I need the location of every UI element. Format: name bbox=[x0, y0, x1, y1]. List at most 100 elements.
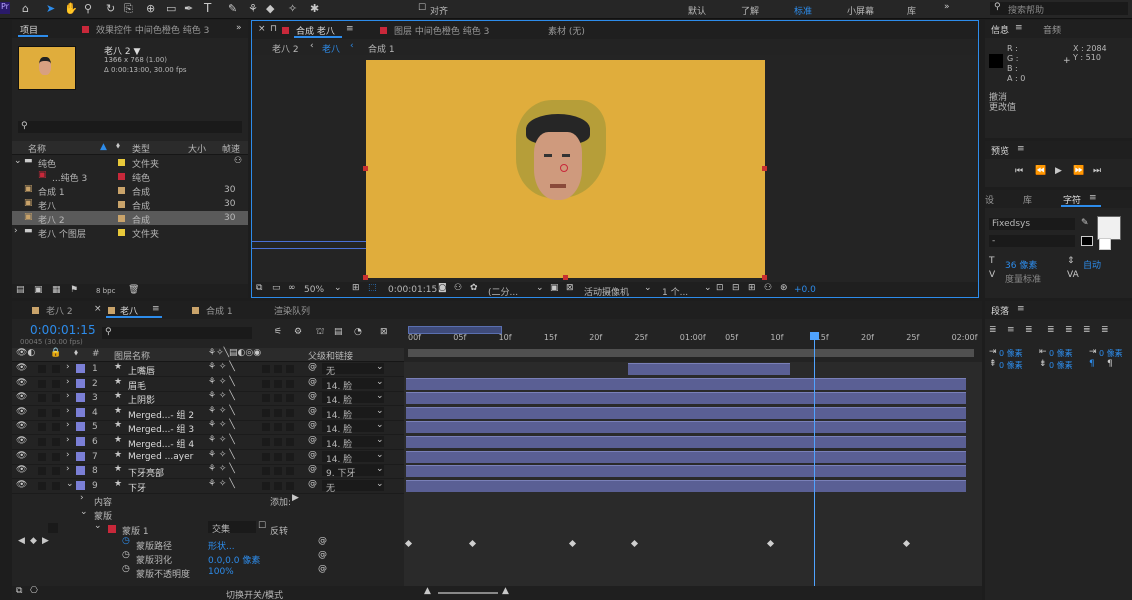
switch-box[interactable] bbox=[286, 481, 294, 490]
layer-name[interactable]: 眉毛 bbox=[128, 379, 146, 392]
layer-switches-icon[interactable]: ⎔ bbox=[30, 586, 38, 596]
graph-editor-icon[interactable]: ⊠ bbox=[380, 327, 388, 337]
expand-icon[interactable]: › bbox=[66, 406, 70, 416]
close-icon[interactable]: × bbox=[258, 24, 266, 34]
composition-frame[interactable] bbox=[363, 60, 767, 280]
switch-box[interactable] bbox=[262, 423, 270, 432]
reset-exposure-icon[interactable]: ⊛ bbox=[780, 283, 788, 293]
camera-tool-icon[interactable]: ⎘ bbox=[124, 2, 133, 16]
switch-box[interactable] bbox=[286, 394, 294, 403]
handle-bottom-left[interactable] bbox=[363, 275, 368, 280]
workspace-learn[interactable]: 了解 bbox=[741, 4, 759, 17]
switch-box[interactable] bbox=[274, 452, 282, 461]
next-keyframe-icon[interactable]: ▶ bbox=[42, 536, 49, 546]
lock-box[interactable] bbox=[52, 481, 60, 490]
shy-layers-icon[interactable]: ⛫ bbox=[316, 327, 324, 338]
layer-label-color[interactable] bbox=[76, 364, 85, 373]
indent-left-value[interactable]: 0 像素 bbox=[999, 348, 1023, 359]
switch-box[interactable] bbox=[286, 365, 294, 373]
justify-all-icon[interactable]: ≣ bbox=[1101, 325, 1109, 335]
menu-icon[interactable]: ≡ bbox=[152, 304, 160, 314]
tracking-value[interactable]: 度量标准 bbox=[1005, 272, 1041, 285]
leading-value[interactable]: 自动 bbox=[1083, 258, 1101, 271]
pick-whip-icon[interactable]: @ bbox=[308, 362, 317, 372]
text-direction-ltr-icon[interactable]: ¶ bbox=[1089, 359, 1095, 369]
roto-tool-icon[interactable]: ✧ bbox=[288, 2, 297, 15]
close-icon[interactable]: × bbox=[94, 304, 102, 314]
menu-icon[interactable]: ≡ bbox=[1017, 144, 1025, 154]
project-list-item[interactable]: ▣ 合成 1 合成 30 bbox=[12, 183, 248, 198]
layer-name[interactable]: Merged...- 组 2 bbox=[128, 408, 194, 421]
font-size-value[interactable]: 36 像素 bbox=[1005, 258, 1037, 271]
zoom-slider[interactable] bbox=[438, 592, 498, 594]
switch-box[interactable] bbox=[274, 379, 282, 388]
text-direction-rtl-icon[interactable]: ¶ bbox=[1107, 359, 1113, 369]
new-folder-icon[interactable]: ▣ bbox=[34, 285, 43, 295]
layer-duration-bar[interactable] bbox=[406, 479, 966, 492]
toggle-switches-modes[interactable]: 切换开关/模式 bbox=[226, 588, 283, 600]
layer-duration-bar[interactable] bbox=[406, 377, 966, 390]
switch-box[interactable] bbox=[286, 467, 294, 476]
eraser-tool-icon[interactable]: ◆ bbox=[266, 2, 274, 15]
col-layer-name[interactable]: 图层名称 bbox=[114, 349, 150, 362]
solo-box[interactable] bbox=[38, 408, 46, 417]
workspace-small-screen[interactable]: 小屏幕 bbox=[847, 4, 874, 17]
mask-opacity-value[interactable]: 100% bbox=[208, 567, 234, 577]
solo-box[interactable] bbox=[38, 452, 46, 461]
justify-left-icon[interactable]: ≣ bbox=[1047, 325, 1055, 335]
pick-whip-icon[interactable]: @ bbox=[308, 450, 317, 460]
handle-right[interactable] bbox=[762, 166, 767, 171]
eye-icon[interactable]: 👁 bbox=[16, 363, 27, 373]
color-channel-icon[interactable]: ✿ bbox=[470, 283, 478, 293]
flowchart-icon[interactable]: ⚇ bbox=[764, 283, 772, 293]
col-size[interactable]: 大小 bbox=[188, 142, 206, 155]
panel-overflow-icon[interactable]: » bbox=[236, 23, 242, 33]
align-checkbox-icon[interactable]: ☐ bbox=[418, 3, 426, 13]
switch-box[interactable] bbox=[262, 379, 270, 388]
tab-paragraph[interactable]: 段落 bbox=[991, 304, 1009, 317]
col-type[interactable]: 类型 bbox=[132, 142, 150, 155]
switch-box[interactable] bbox=[286, 423, 294, 432]
keyframe[interactable] bbox=[902, 539, 911, 548]
toggle-pixel-icon[interactable]: ⊡ bbox=[716, 283, 724, 293]
layer-switches-icon[interactable]: ⚘ ✧ ╲ bbox=[208, 377, 235, 387]
interpret-footage-icon[interactable]: ▤ bbox=[16, 285, 25, 295]
zoom-in-icon[interactable]: ▲ bbox=[502, 586, 509, 596]
region-of-interest-icon[interactable]: ▣ bbox=[550, 283, 559, 293]
switch-box[interactable] bbox=[262, 438, 270, 446]
first-frame-icon[interactable]: ⏮ bbox=[1015, 166, 1023, 176]
timeline-search-input[interactable]: ⚲ bbox=[102, 327, 252, 339]
handle-bottom[interactable] bbox=[563, 275, 568, 280]
comp-flowchart-icon[interactable]: ⚟ bbox=[274, 327, 282, 337]
eye-icon[interactable]: 👁 bbox=[16, 451, 27, 461]
camera-select[interactable]: 活动摄像机 bbox=[584, 285, 629, 297]
expand-icon[interactable]: ⌄ bbox=[14, 156, 22, 166]
expand-icon[interactable]: › bbox=[66, 362, 70, 372]
fill-color-swatch[interactable] bbox=[1097, 216, 1121, 240]
solo-box[interactable] bbox=[38, 394, 46, 403]
breadcrumb-item-1[interactable]: 老八 bbox=[322, 42, 340, 55]
next-frame-icon[interactable]: ⏩ bbox=[1073, 166, 1084, 176]
lock-box[interactable] bbox=[52, 423, 60, 432]
space-before-value[interactable]: 0 像素 bbox=[999, 360, 1023, 371]
layer-row[interactable]: 👁 › 4 ★ Merged...- 组 2 ⚘ ✧ ╲ @14. 脸 ⌄ bbox=[12, 406, 404, 421]
lock-box[interactable] bbox=[52, 379, 60, 388]
expand-icon[interactable]: › bbox=[14, 226, 18, 236]
bpc-label[interactable]: 8 bpc bbox=[96, 287, 115, 295]
last-frame-icon[interactable]: ⏭ bbox=[1093, 166, 1101, 176]
stopwatch-icon[interactable]: ◷ bbox=[122, 550, 130, 560]
pick-whip-icon[interactable]: @ bbox=[308, 377, 317, 387]
expand-icon[interactable]: › bbox=[66, 435, 70, 445]
handle-bottom-right[interactable] bbox=[762, 275, 767, 280]
layer-name[interactable]: Merged...- 组 3 bbox=[128, 422, 194, 435]
tab-layer[interactable]: 图层 中间色橙色 纯色 3 bbox=[394, 24, 489, 37]
solo-box[interactable] bbox=[38, 481, 46, 490]
project-list-item[interactable]: ▣ 老八 合成 30 bbox=[12, 197, 248, 212]
switch-box[interactable] bbox=[274, 365, 282, 373]
collapse-icon[interactable]: ⌄ bbox=[94, 521, 102, 531]
glasses-icon[interactable]: ∞ bbox=[288, 283, 296, 293]
layer-duration-bar[interactable] bbox=[628, 363, 790, 375]
brush-tool-icon[interactable]: ✎ bbox=[228, 2, 237, 15]
layer-name[interactable]: Merged...- 组 4 bbox=[128, 437, 194, 450]
switch-box[interactable] bbox=[262, 394, 270, 403]
